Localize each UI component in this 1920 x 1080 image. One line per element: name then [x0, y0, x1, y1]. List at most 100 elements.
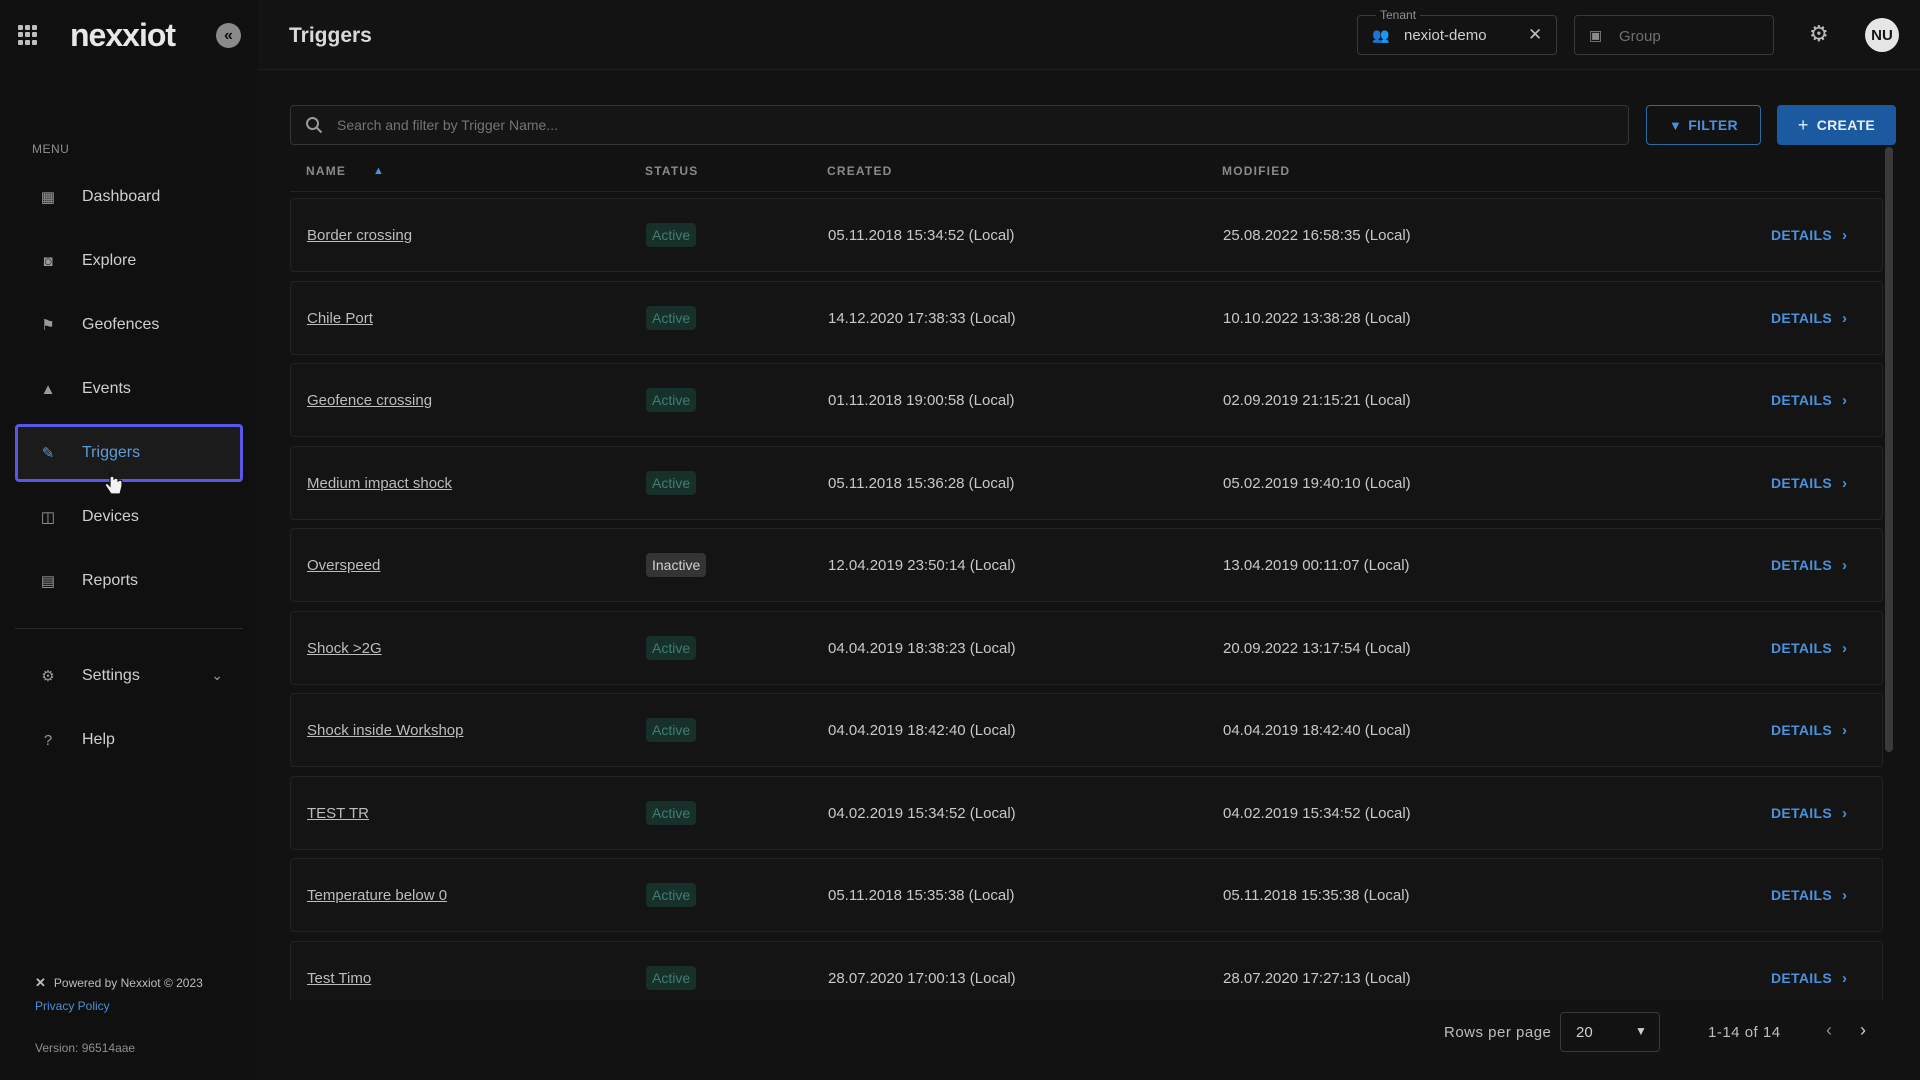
filter-button[interactable]: ▼ FILTER — [1646, 105, 1761, 145]
sidebar-item-reports[interactable]: ▤ Reports — [15, 552, 243, 610]
previous-page-button[interactable]: ‹ — [1826, 1020, 1832, 1041]
warning-icon: ▲ — [40, 380, 56, 398]
trigger-name-link[interactable]: Temperature below 0 — [307, 887, 447, 904]
table-row: Temperature below 0 Active 05.11.2018 15:3… — [290, 858, 1883, 932]
details-button[interactable]: DETAILS › — [1771, 887, 1847, 904]
tenant-select[interactable]: Tenant 👥 nexiot-demo ✕ — [1357, 8, 1557, 55]
group-select[interactable]: ▣ Group — [1574, 15, 1774, 55]
sidebar: nexxiot « MENU ▦ Dashboard ◙ Explore ⚑ G… — [0, 0, 257, 1080]
table-row: Test Timo Active 28.07.2020 17:00:13 (Loca… — [290, 940, 1883, 1000]
nav-divider — [15, 628, 243, 629]
menu-heading: MENU — [32, 142, 70, 156]
column-header-modified[interactable]: MODIFIED — [1222, 164, 1290, 178]
apps-grid-icon[interactable] — [18, 25, 38, 45]
details-button[interactable]: DETAILS › — [1771, 805, 1847, 822]
created-date: 04.02.2019 15:34:52 (Local) — [828, 804, 1016, 822]
sidebar-item-label: Dashboard — [82, 188, 161, 205]
modified-date: 25.08.2022 16:58:35 (Local) — [1223, 227, 1411, 244]
status-badge: Active — [646, 388, 697, 412]
trigger-name-link[interactable]: Shock >2G — [307, 640, 382, 657]
trigger-name-link[interactable]: Medium impact shock — [307, 475, 452, 492]
sort-ascending-icon: ▲ — [373, 165, 386, 177]
scrollbar[interactable] — [1885, 147, 1893, 752]
status-badge: Active — [646, 965, 697, 990]
details-button[interactable]: DETAILS › — [1771, 640, 1847, 657]
trigger-name-link[interactable]: Chile Port — [307, 310, 373, 327]
trigger-name-link[interactable]: TEST TR — [307, 805, 369, 822]
double-chevron-left-icon: « — [224, 26, 233, 44]
sidebar-item-events[interactable]: ▲ Events — [15, 360, 243, 418]
status-badge: Active — [646, 883, 697, 907]
status-badge: Active — [646, 223, 697, 247]
trigger-name-link[interactable]: Test Timo — [307, 970, 371, 987]
logo: nexxiot — [70, 17, 176, 53]
column-header-name[interactable]: NAME ▲ — [306, 164, 384, 178]
sidebar-item-help[interactable]: ? Help — [15, 711, 243, 769]
created-date: 12.04.2019 23:50:14 (Local) — [828, 557, 1016, 574]
details-label: DETAILS — [1771, 227, 1832, 243]
mouse-pointer-icon — [104, 471, 123, 495]
modified-date: 05.11.2018 15:35:38 (Local) — [1223, 887, 1410, 904]
sidebar-item-label: Reports — [82, 572, 139, 589]
trigger-name-link[interactable]: Geofence crossing — [307, 392, 432, 409]
details-label: DETAILS — [1771, 309, 1832, 326]
privacy-policy-link[interactable]: Privacy Policy — [35, 999, 110, 1013]
chevron-right-icon: › — [1841, 474, 1848, 492]
details-button[interactable]: DETAILS › — [1771, 557, 1847, 574]
modified-date: 02.09.2019 21:15:21 (Local) — [1223, 392, 1411, 409]
powered-by-text: Powered by Nexxiot © 2023 — [53, 976, 203, 990]
gear-icon: ⚙ — [41, 668, 55, 685]
table-header: NAME ▲ STATUS CREATED MODIFIED — [290, 160, 1880, 192]
next-page-button[interactable]: › — [1860, 1020, 1866, 1041]
chevron-right-icon: › — [1841, 557, 1848, 574]
modified-date: 20.09.2022 13:17:54 (Local) — [1223, 639, 1411, 657]
details-label: DETAILS — [1771, 392, 1832, 408]
trigger-name-link[interactable]: Overspeed — [307, 557, 380, 574]
sidebar-item-geofences[interactable]: ⚑ Geofences — [15, 296, 243, 354]
trigger-name-link[interactable]: Shock inside Workshop — [307, 722, 463, 739]
details-label: DETAILS — [1771, 722, 1832, 738]
sidebar-item-devices[interactable]: ◫ Devices — [15, 488, 243, 546]
trigger-name-link[interactable]: Border crossing — [307, 227, 412, 244]
create-button[interactable]: + CREATE — [1777, 105, 1896, 145]
details-button[interactable]: DETAILS › — [1771, 310, 1847, 327]
details-button[interactable]: DETAILS › — [1771, 475, 1847, 492]
details-button[interactable]: DETAILS › — [1771, 392, 1847, 409]
sidebar-item-settings[interactable]: ⚙ Settings ⌄ — [15, 647, 243, 705]
rows-per-page-select[interactable]: 20 ▼ — [1560, 1012, 1660, 1052]
column-header-label: NAME — [306, 164, 347, 178]
column-header-status[interactable]: STATUS — [645, 164, 698, 178]
chevron-right-icon: › — [1841, 722, 1848, 739]
details-label: DETAILS — [1771, 887, 1832, 903]
flag-icon: ⚑ — [41, 317, 55, 334]
modified-date: 04.04.2019 18:42:40 (Local) — [1223, 722, 1411, 739]
sidebar-item-explore[interactable]: ◙ Explore — [15, 232, 243, 290]
cast-icon: ◫ — [40, 509, 56, 526]
sidebar-item-triggers[interactable]: ✎ Triggers — [15, 424, 243, 482]
table-row: Shock inside Workshop Active 04.04.2019 18… — [290, 693, 1883, 767]
details-button[interactable]: DETAILS › — [1771, 722, 1847, 739]
created-date: 05.11.2018 15:35:38 (Local) — [828, 887, 1015, 904]
settings-gear-icon[interactable]: ⚙ — [1809, 21, 1829, 47]
avatar[interactable]: NU — [1865, 18, 1899, 52]
sidebar-item-label: Devices — [82, 508, 139, 525]
details-button[interactable]: DETAILS › — [1771, 970, 1847, 987]
chevron-right-icon: › — [1841, 227, 1848, 244]
modified-date: 28.07.2020 17:27:13 (Local) — [1223, 969, 1411, 987]
column-header-created[interactable]: CREATED — [827, 164, 893, 178]
search-field[interactable] — [290, 105, 1629, 145]
clear-tenant-icon[interactable]: ✕ — [1528, 25, 1542, 45]
details-button[interactable]: DETAILS › — [1771, 227, 1847, 244]
pencil-icon: ✎ — [41, 445, 55, 462]
status-badge: Inactive — [646, 553, 707, 577]
search-input[interactable] — [337, 106, 1607, 144]
status-badge: Active — [646, 635, 697, 660]
sidebar-item-label: Triggers — [82, 444, 141, 461]
collapse-sidebar-button[interactable]: « — [216, 23, 241, 48]
tenant-value: nexiot-demo — [1404, 27, 1487, 44]
status-badge: Active — [646, 718, 697, 742]
details-label: DETAILS — [1771, 557, 1832, 573]
table-row: Overspeed Inactive 12.04.2019 23:50:14 (Lo… — [290, 528, 1883, 602]
nexxiot-mark-icon: ✕ — [35, 975, 46, 990]
sidebar-item-dashboard[interactable]: ▦ Dashboard — [15, 168, 243, 226]
